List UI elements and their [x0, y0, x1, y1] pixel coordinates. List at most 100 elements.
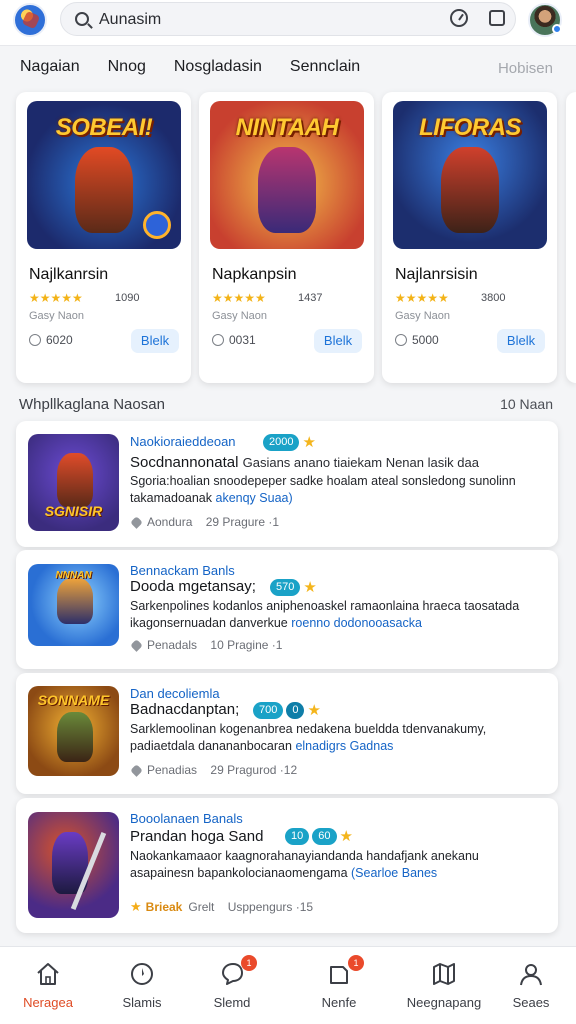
tab-2[interactable]: Nnog [108, 58, 146, 82]
list-title: Prandan hoga Sand [130, 828, 264, 845]
tabs-more-link[interactable]: Hobisen [498, 60, 553, 77]
count-badge: 2000 [263, 434, 300, 451]
nav-item-map[interactable]: Neegnapang [396, 947, 492, 1024]
tab-3[interactable]: Nosgladasin [174, 58, 262, 82]
hero-figure [57, 712, 93, 762]
list-description: Sarklemoolinan kogenanbrea nedakena buel… [130, 722, 487, 753]
count-badge: 0 [286, 702, 305, 719]
nav-item-alerts[interactable]: 1 Nenfe [291, 947, 387, 1024]
hero-figure [441, 147, 499, 233]
notification-badge: 1 [348, 955, 364, 971]
home-icon [37, 963, 59, 985]
list-category[interactable]: Bennackam Banls [130, 563, 235, 578]
heart-icon[interactable] [130, 516, 143, 529]
hero-figure [57, 578, 93, 624]
list-item[interactable]: NNNAN Bennackam Banls 570 ★ Dooda mgetan… [16, 550, 558, 669]
notification-badge: 1 [241, 955, 257, 971]
count-badge: 700 [253, 702, 284, 719]
rating-stars-icon: ★★★★★ [395, 291, 449, 305]
thumbnail-title: SGNISIR [44, 503, 103, 519]
thumbnail-title: SOBEAI! [55, 114, 153, 141]
featured-thumbnail: NINTAAH [210, 101, 364, 249]
list-thumbnail [28, 812, 119, 918]
bottom-navigation: Neragea Slamis 1 Slemd 1 Nenfe Neegnapan… [0, 946, 576, 1024]
description-link[interactable]: roenno dodonooasacka [291, 616, 422, 630]
square-icon[interactable] [489, 10, 505, 26]
get-button[interactable]: Blelk [131, 329, 179, 353]
description-link[interactable]: elnadigrs Gadnas [295, 739, 393, 753]
timer-icon[interactable] [450, 9, 468, 27]
download-icon [395, 334, 407, 346]
hero-figure [258, 147, 316, 233]
app-logo[interactable] [13, 3, 47, 37]
compass-icon [131, 963, 153, 985]
rating-stars-icon: ★★★★★ [29, 291, 83, 305]
list-item[interactable]: SGNISIR Naokioraieddeoan 2000 ★ Socdnann… [16, 421, 558, 547]
search-bar[interactable] [60, 2, 516, 36]
list-description: Sgoria:hoalian snoodepeper sadke hoalam … [130, 474, 516, 505]
count-badge: 570 [270, 579, 301, 596]
category-tabs: Nagaian Nnog Nosgladasin Sennclain [20, 58, 388, 82]
nav-item-home[interactable]: Neragea [0, 947, 96, 1024]
description-link[interactable]: akenqy Suaa) [216, 491, 293, 505]
count-badge: 10 [285, 828, 310, 845]
nav-label: Nenfe [321, 995, 357, 1010]
search-icon [75, 12, 89, 26]
section-title: Whpllkaglana Naosan [19, 396, 165, 413]
section-count[interactable]: 10 Naan [500, 396, 553, 412]
game-meta: Gasy Naon [29, 310, 85, 322]
nav-label: Seaes [512, 995, 550, 1010]
list-title: Dooda mgetansay; [130, 578, 256, 595]
tab-4[interactable]: Sennclain [290, 58, 360, 82]
search-input[interactable] [99, 9, 419, 31]
list-item[interactable]: SONNAME Dan decoliemla 700 0 ★ Badnacdan… [16, 673, 558, 794]
get-button[interactable]: Blelk [314, 329, 362, 353]
count-badge: 60 [312, 828, 337, 845]
nav-item-chat[interactable]: 1 Slemd [184, 947, 280, 1024]
get-button[interactable]: Blelk [497, 329, 545, 353]
game-meta: Gasy Naon [212, 310, 268, 322]
list-title: Socdnannonatal Gasians anano tiaiekam Ne… [130, 454, 479, 471]
featured-thumbnail: SOBEAI! [27, 101, 181, 249]
nav-label: Neragea [23, 995, 73, 1010]
heart-icon[interactable] [130, 639, 143, 652]
list-item[interactable]: Booolanaen Banals 10 60 ★ Prandan hoga S… [16, 798, 558, 933]
featured-card[interactable]: NINTAAH Napkanpsin ★★★★★ 1437 Gasy Naon … [199, 92, 374, 383]
thumbnail-badge-icon [143, 211, 171, 239]
heart-icon[interactable] [130, 764, 143, 777]
game-name: Najlkanrsin [29, 266, 109, 283]
list-thumbnail: SONNAME [28, 686, 119, 776]
list-category[interactable]: Booolanaen Banals [130, 811, 243, 826]
review-count: 1437 [298, 292, 323, 304]
download-size: 0031 [229, 333, 256, 347]
download-icon [29, 334, 41, 346]
description-link[interactable]: (Searloe Banes [351, 866, 437, 880]
list-title: Badnacdanptan; [130, 701, 240, 718]
thumbnail-title: NNNAN [55, 570, 92, 581]
hero-figure [57, 453, 93, 507]
badge-group: 10 60 ★ [285, 828, 353, 845]
badge-group: 570 ★ [270, 579, 317, 596]
list-category[interactable]: Dan decoliemla [130, 686, 220, 701]
list-footer: Aondura 29 Pragure ·1 [130, 515, 279, 529]
review-count: 1090 [115, 292, 140, 304]
next-card-peek[interactable] [566, 92, 576, 383]
list-footer: Penadias 29 Pragurod ·12 [130, 763, 297, 777]
top-bar [0, 0, 576, 46]
thumbnail-title: LIFORAS [419, 114, 521, 141]
list-footer: ★ Brieak Grelt Usppengurs ·15 [130, 899, 314, 914]
game-name: Napkanpsin [212, 266, 297, 283]
featured-card[interactable]: LIFORAS Najlanrsisin ★★★★★ 3800 Gasy Nao… [382, 92, 557, 383]
tab-1[interactable]: Nagaian [20, 58, 80, 82]
online-status-dot [552, 24, 562, 34]
hero-figure [75, 147, 133, 233]
featured-card[interactable]: SOBEAI! Najlkanrsin ★★★★★ 1090 Gasy Naon… [16, 92, 191, 383]
nav-label: Slamis [122, 995, 162, 1010]
list-thumbnail: NNNAN [28, 564, 119, 646]
badge-group: 700 0 ★ [253, 702, 321, 719]
map-icon [433, 963, 455, 985]
nav-item-profile[interactable]: Seaes [483, 947, 576, 1024]
nav-item-explore[interactable]: Slamis [94, 947, 190, 1024]
list-category[interactable]: Naokioraieddeoan [130, 434, 236, 449]
download-size: 5000 [412, 333, 439, 347]
